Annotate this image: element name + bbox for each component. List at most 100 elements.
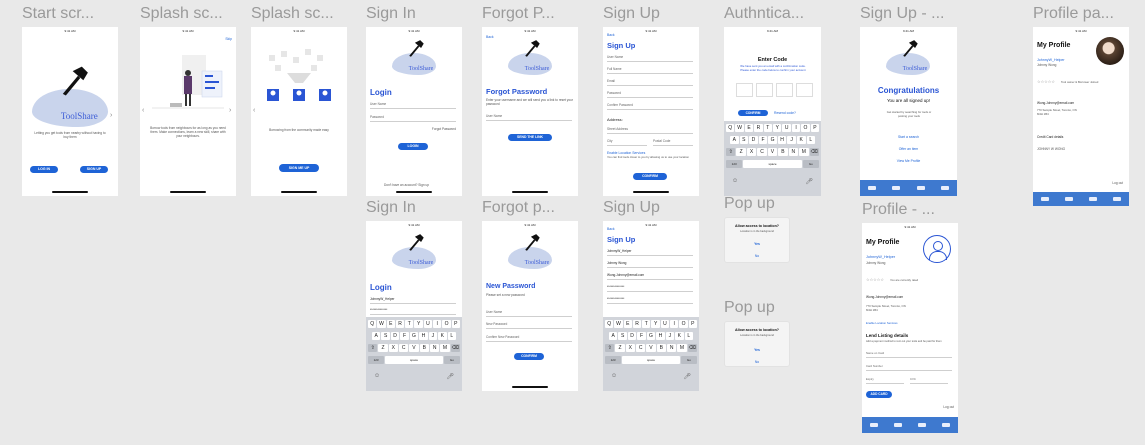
card-number-field[interactable]: Card Number [866, 364, 952, 371]
chevron-left-icon[interactable]: ‹ [142, 107, 144, 114]
key[interactable]: U [782, 124, 791, 132]
add-icon[interactable] [918, 423, 926, 427]
key[interactable]: A [730, 136, 739, 144]
key[interactable]: X [746, 148, 757, 156]
key[interactable]: G [409, 332, 419, 340]
key[interactable]: T [405, 320, 414, 328]
key[interactable]: Y [414, 320, 423, 328]
cvc-field[interactable]: CVC [910, 377, 948, 384]
key[interactable]: M [799, 148, 809, 156]
fullname-field[interactable]: Full Name [607, 67, 693, 74]
key[interactable]: E [386, 320, 395, 328]
key[interactable]: W [735, 124, 744, 132]
key[interactable]: E [744, 124, 754, 132]
email-field[interactable]: Wong.Johnny@email.com [607, 273, 693, 280]
key[interactable]: Y [651, 320, 660, 328]
backspace-key[interactable]: ⌫ [687, 344, 697, 352]
signup-button[interactable]: SIGN UP [80, 166, 108, 173]
shift-key[interactable]: ⇧ [605, 344, 615, 352]
card-name-field[interactable]: Name on Card [866, 351, 952, 358]
key[interactable]: C [635, 344, 646, 352]
go-key[interactable]: Go [680, 356, 697, 364]
postal-field[interactable]: Postal Code [653, 139, 693, 146]
username-field[interactable]: User Name [607, 55, 693, 62]
go-key[interactable]: Go [802, 160, 819, 168]
key[interactable]: U [660, 320, 670, 328]
key[interactable]: U [423, 320, 433, 328]
emoji-icon[interactable]: ☺ [732, 178, 738, 184]
key[interactable]: F [637, 332, 646, 340]
key[interactable]: D [627, 332, 637, 340]
key[interactable]: K [796, 136, 806, 144]
confirm-button[interactable]: CONFIRM [738, 110, 768, 116]
password-field[interactable]: Password [370, 115, 456, 122]
confirm-password-field[interactable]: Confirm New Password [486, 335, 572, 342]
tab-bar[interactable] [862, 417, 958, 433]
key[interactable]: J [787, 136, 796, 144]
key[interactable]: J [428, 332, 438, 340]
tab-bar[interactable] [860, 180, 957, 196]
search-icon[interactable] [1041, 197, 1049, 201]
fullname-field[interactable]: Johnny Wong [607, 261, 693, 268]
tools-icon[interactable] [894, 423, 902, 427]
key[interactable]: T [642, 320, 651, 328]
key[interactable]: I [433, 320, 442, 328]
signup-prompt[interactable]: Don't have an account? Sign up [384, 183, 429, 187]
chevron-right-icon[interactable]: › [110, 112, 112, 119]
email-field[interactable]: Email [607, 79, 693, 86]
key[interactable]: S [739, 136, 749, 144]
start-search-link[interactable]: Start a search [860, 135, 957, 139]
username-field[interactable]: User Name [486, 114, 572, 121]
numbers-key[interactable]: 123 [368, 356, 385, 364]
no-button[interactable]: No [725, 254, 789, 258]
login-button[interactable]: LOGIN [398, 143, 428, 150]
key[interactable]: V [767, 148, 778, 156]
profile-icon[interactable] [1113, 197, 1121, 201]
yes-button[interactable]: Yes [725, 348, 789, 352]
key[interactable]: Q [368, 320, 377, 328]
shift-key[interactable]: ⇧ [726, 148, 736, 156]
key[interactable]: Y [773, 124, 782, 132]
key[interactable]: R [632, 320, 642, 328]
password-field[interactable]: ************** [607, 285, 693, 292]
tab-bar[interactable] [1033, 192, 1129, 206]
password-field[interactable]: ************** [370, 308, 456, 315]
key[interactable]: V [409, 344, 419, 352]
key[interactable]: L [806, 136, 816, 144]
sign-me-up-button[interactable]: SIGN ME UP [279, 164, 319, 172]
key[interactable]: H [656, 332, 665, 340]
username-field[interactable]: User Name [370, 102, 456, 109]
key[interactable]: A [372, 332, 381, 340]
login-button[interactable]: LOG IN [30, 166, 58, 173]
chevron-right-icon[interactable]: › [229, 107, 231, 114]
send-link-button[interactable]: SEND THE LINK [508, 134, 552, 141]
numbers-key[interactable]: 123 [605, 356, 622, 364]
username-link[interactable]: JohnnyW_Helper [1037, 58, 1065, 62]
tools-icon[interactable] [892, 186, 901, 190]
key[interactable]: K [675, 332, 684, 340]
keyboard[interactable]: QWERTYUIOP ASDFGHJKL ⇧ ZXCVBNM ⌫ 123 spa… [603, 317, 699, 391]
password-field[interactable]: Password [607, 91, 693, 98]
key[interactable]: Z [615, 344, 625, 352]
profile-icon[interactable] [942, 423, 950, 427]
go-key[interactable]: Go [443, 356, 460, 364]
key[interactable]: W [614, 320, 623, 328]
avatar-placeholder-icon[interactable] [923, 235, 951, 263]
key[interactable]: S [381, 332, 390, 340]
key[interactable]: N [429, 344, 440, 352]
no-button[interactable]: No [725, 360, 789, 364]
keyboard[interactable]: QWERTYUIOP ASDFGHJKL ⇧ ZXCVBNM ⌫ 123 spa… [366, 317, 462, 391]
keyboard[interactable]: QWERTYUIOP ASDFGHJKL ⇧ ZXCVBNM ⌫ 123 spa… [724, 121, 821, 196]
view-profile-link[interactable]: View Me Profile [860, 159, 957, 163]
tools-icon[interactable] [1065, 197, 1073, 201]
microphone-icon[interactable]: 🎤︎ [683, 373, 691, 380]
enable-location-link[interactable]: Enable Location Services [866, 321, 898, 325]
key[interactable]: I [670, 320, 679, 328]
city-field[interactable]: City [607, 139, 647, 146]
expiry-field[interactable]: Expiry [866, 377, 904, 384]
key[interactable]: E [623, 320, 632, 328]
key[interactable]: N [788, 148, 799, 156]
space-key[interactable]: space [622, 356, 680, 364]
key[interactable]: R [395, 320, 405, 328]
key[interactable]: O [442, 320, 451, 328]
